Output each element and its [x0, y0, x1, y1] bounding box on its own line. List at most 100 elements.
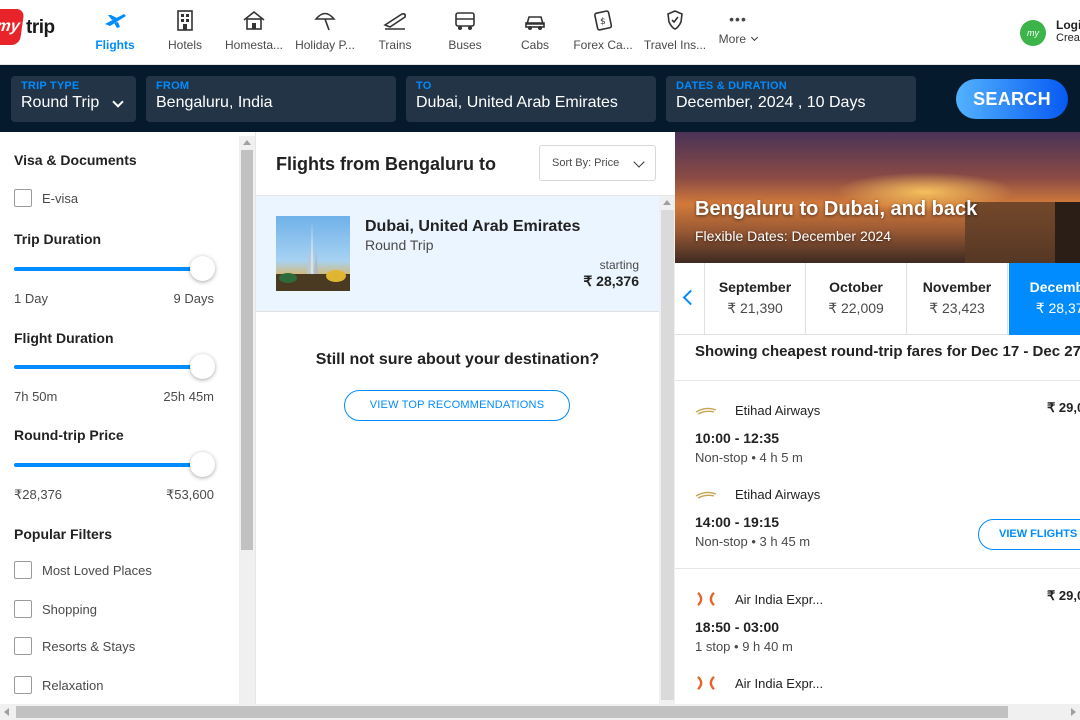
homestay-icon: [243, 10, 265, 30]
slider-handle[interactable]: [190, 256, 215, 281]
field-value: Round Trip: [21, 94, 100, 111]
destination-card[interactable]: Dubai, United Arab Emirates Round Trip s…: [256, 196, 659, 312]
month-price: ₹ 21,390: [727, 300, 783, 316]
range-min: 7h 50m: [14, 389, 58, 404]
field-label: FROM: [156, 80, 190, 92]
scroll-right-arrow-icon[interactable]: [1071, 708, 1076, 716]
month-price: ₹ 28,376: [1035, 300, 1080, 316]
field-label: TRIP TYPE: [21, 80, 80, 92]
scroll-up-arrow-icon[interactable]: [243, 140, 251, 145]
nav-label: Buses: [448, 38, 482, 52]
nav-item-holiday-packages[interactable]: Holiday P...: [285, 8, 365, 58]
air-india-express-logo-icon: [697, 675, 715, 691]
field-value: December, 2024 , 10 Days: [676, 94, 866, 111]
login-text: Login: [1056, 18, 1080, 32]
duration-text: 4 h 5 m: [759, 450, 803, 465]
duration-text: 3 h 45 m: [759, 534, 811, 549]
shopping-label[interactable]: Shopping: [42, 602, 97, 617]
airline-name: Air India Expr...: [735, 592, 824, 607]
login-button[interactable]: my Login Create: [1020, 16, 1080, 50]
flight-times: 10:00 - 12:35: [695, 430, 780, 446]
chevron-left-icon: [682, 289, 699, 306]
prev-month-button[interactable]: [675, 263, 705, 335]
month-tab-october[interactable]: October ₹ 22,009: [806, 263, 907, 335]
horizontal-scrollbar[interactable]: [0, 704, 1080, 720]
trip-duration-slider[interactable]: [14, 256, 215, 282]
fare-price: ₹ 29,0: [1047, 588, 1080, 603]
flight-stops: Non-stop • 4 h 5 m: [695, 450, 803, 465]
evisa-label[interactable]: E-visa: [42, 191, 78, 206]
destination-price: ₹ 28,376: [583, 273, 639, 289]
sidebar-scrollbar[interactable]: [239, 136, 255, 704]
range-max: 25h 45m: [163, 389, 214, 404]
bus-icon: [455, 12, 475, 30]
nav-label: Forex Ca...: [573, 38, 633, 52]
hero-subtitle: Flexible Dates: December 2024: [695, 228, 892, 244]
range-min: 1 Day: [14, 291, 48, 306]
slider-handle[interactable]: [190, 452, 215, 477]
nav-item-trains[interactable]: Trains: [355, 8, 435, 58]
trip-duration-heading: Trip Duration: [14, 231, 102, 247]
most-loved-places-label[interactable]: Most Loved Places: [42, 563, 152, 578]
hero-title: Bengaluru to Dubai, and back: [695, 198, 978, 220]
more-label: More: [718, 32, 746, 46]
month-tab-december[interactable]: December ₹ 28,376: [1009, 263, 1080, 335]
resorts-stays-label[interactable]: Resorts & Stays: [42, 639, 135, 654]
resorts-stays-checkbox[interactable]: [14, 637, 32, 655]
most-loved-places-checkbox[interactable]: [14, 561, 32, 579]
flight-duration-slider[interactable]: [14, 354, 215, 380]
nav-item-hotels[interactable]: Hotels: [145, 8, 225, 58]
flight-stops: 1 stop • 9 h 40 m: [695, 639, 793, 654]
month-name: September: [718, 279, 792, 295]
fares-panel: Bengaluru to Dubai, and back Flexible Da…: [675, 132, 1080, 704]
scrollbar-thumb[interactable]: [241, 150, 253, 550]
hero-banner: Bengaluru to Dubai, and back Flexible Da…: [675, 132, 1080, 263]
field-value: Dubai, United Arab Emirates: [416, 94, 618, 111]
nav-item-flights[interactable]: Flights: [75, 8, 155, 58]
etihad-logo-icon: [695, 491, 717, 499]
airline-name: Air India Expr...: [735, 676, 824, 691]
evisa-checkbox[interactable]: [14, 189, 32, 207]
palm-silhouette: [1055, 202, 1080, 263]
view-flights-button[interactable]: VIEW FLIGHTS: [978, 519, 1080, 550]
search-button[interactable]: SEARCH: [956, 79, 1068, 119]
flight-stops: Non-stop • 3 h 45 m: [695, 534, 811, 549]
shopping-checkbox[interactable]: [14, 600, 32, 618]
logo-word: trip: [26, 17, 55, 38]
chevron-down-icon: [751, 33, 759, 42]
travel-insurance-icon: [667, 10, 683, 30]
price-slider[interactable]: [14, 452, 215, 478]
nav-item-buses[interactable]: Buses: [425, 8, 505, 58]
logo-badge: my: [0, 9, 25, 45]
brand-logo[interactable]: my trip: [0, 9, 60, 45]
scroll-left-arrow-icon[interactable]: [4, 708, 9, 716]
panel-scrollbar[interactable]: [659, 196, 676, 704]
trip-type-text: Round Trip: [365, 237, 434, 253]
slider-handle[interactable]: [190, 354, 215, 379]
month-tab-november[interactable]: November ₹ 23,423: [907, 263, 1008, 335]
search-bar: TRIP TYPE Round Trip FROM Bengaluru, Ind…: [0, 65, 1080, 132]
nav-item-homestays[interactable]: Homesta...: [214, 8, 294, 58]
stops-text: Non-stop: [695, 450, 748, 465]
airline-name: Etihad Airways: [735, 403, 821, 418]
sort-dropdown[interactable]: Sort By: Price: [539, 145, 656, 181]
dates-duration-field[interactable]: DATES & DURATION December, 2024 , 10 Day…: [666, 76, 916, 122]
more-menu[interactable]: ••• More: [713, 10, 763, 46]
month-tab-september[interactable]: September ₹ 21,390: [705, 263, 806, 335]
cheapest-fares-heading: Showing cheapest round-trip fares for De…: [695, 343, 1080, 360]
relaxation-label[interactable]: Relaxation: [42, 678, 103, 693]
nav-item-travel-insurance[interactable]: Travel Ins...: [635, 8, 715, 58]
trip-type-select[interactable]: TRIP TYPE Round Trip: [11, 76, 136, 122]
slider-track: [14, 267, 202, 271]
view-top-recommendations-button[interactable]: VIEW TOP RECOMMENDATIONS: [344, 390, 570, 421]
relaxation-checkbox[interactable]: [14, 676, 32, 694]
scrollbar-thumb[interactable]: [661, 210, 674, 700]
to-field[interactable]: TO Dubai, United Arab Emirates: [406, 76, 656, 122]
holiday-umbrella-icon: [314, 12, 336, 31]
from-field[interactable]: FROM Bengaluru, India: [146, 76, 396, 122]
nav-label: Flights: [95, 38, 135, 52]
nav-item-forex-card[interactable]: $ Forex Ca...: [563, 8, 643, 58]
scrollbar-thumb[interactable]: [16, 706, 1008, 718]
scroll-up-arrow-icon[interactable]: [663, 200, 671, 205]
panel-title: Flights from Bengaluru to: [276, 154, 496, 174]
